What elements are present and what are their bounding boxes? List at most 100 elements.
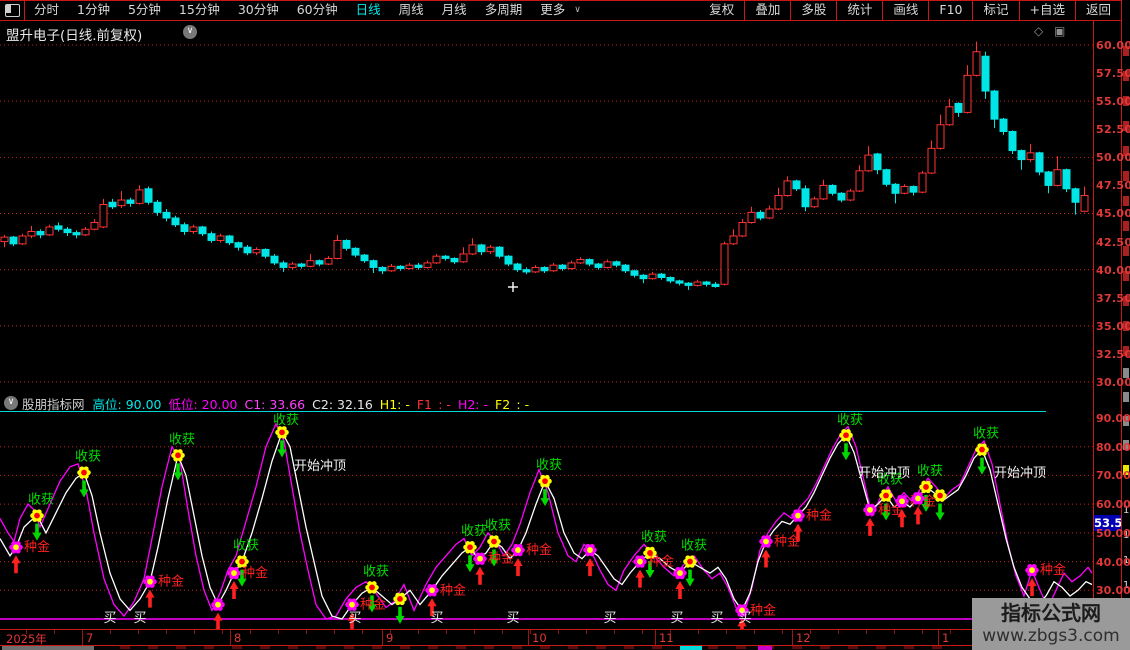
- candle: [802, 189, 809, 207]
- clipped-fragment: [288, 646, 298, 649]
- indicator-chevron-down-icon[interactable]: ∨: [4, 396, 18, 410]
- period-item-周线[interactable]: 周线: [390, 0, 433, 20]
- candle: [856, 171, 863, 191]
- tool-button-复权[interactable]: 复权: [699, 0, 744, 20]
- minor-tick: [278, 630, 279, 634]
- sell-label: 收获: [485, 518, 511, 533]
- price-axis-label: 35.00: [1096, 320, 1130, 333]
- candle: [397, 266, 404, 268]
- period-item-分时[interactable]: 分时: [25, 0, 68, 20]
- minor-tick: [110, 630, 111, 634]
- tool-button-叠加[interactable]: 叠加: [745, 0, 790, 20]
- month-separator: [382, 630, 383, 645]
- minor-tick: [698, 630, 699, 634]
- indicator-field: H1: -: [380, 397, 410, 412]
- minor-tick: [558, 630, 559, 634]
- tool-button-F10[interactable]: F10: [929, 0, 972, 20]
- sell-label: 收获: [681, 539, 707, 554]
- more-chevron-icon[interactable]: ∨: [574, 0, 590, 20]
- candle: [730, 236, 737, 244]
- period-item-日线[interactable]: 日线: [347, 0, 390, 20]
- price-axis-label: 32.50: [1096, 348, 1130, 361]
- sell-arrow-icon: [685, 570, 694, 587]
- candle: [505, 256, 512, 264]
- candle: [28, 231, 35, 235]
- tool-button-返回[interactable]: 返回: [1076, 0, 1121, 20]
- minor-tick: [838, 630, 839, 634]
- diamond-icon[interactable]: ◇: [1034, 24, 1043, 38]
- candle: [784, 181, 791, 196]
- buy-label: 种金: [24, 539, 50, 555]
- candle: [811, 199, 818, 207]
- candle: [559, 265, 566, 268]
- candle: [595, 264, 602, 267]
- candle: [262, 249, 269, 256]
- sell-arrow-icon: [935, 504, 944, 521]
- period-item-15分钟[interactable]: 15分钟: [170, 0, 229, 20]
- candle: [1081, 196, 1088, 212]
- tool-button-统计[interactable]: 统计: [837, 0, 882, 20]
- peak-text: 开始冲顶: [858, 466, 910, 481]
- buy-flower-icon: [9, 541, 23, 553]
- price-axis-label: 55.00: [1096, 95, 1130, 108]
- oscillator-axis-label: 60.00: [1096, 498, 1130, 511]
- candle: [460, 254, 467, 262]
- buy-arrow-icon: [761, 549, 770, 567]
- sell-flower-icon: [171, 449, 185, 461]
- indicator-name: 股朋指标网: [22, 394, 85, 413]
- candle: [946, 107, 953, 125]
- minor-tick: [530, 630, 531, 634]
- tool-button-画线[interactable]: 画线: [883, 0, 928, 20]
- oscillator-axis-label: 50.00: [1096, 527, 1130, 540]
- minor-tick: [782, 630, 783, 634]
- clipped-fragment: [596, 646, 606, 649]
- tool-button-多股[interactable]: 多股: [791, 0, 836, 20]
- period-item-30分钟[interactable]: 30分钟: [229, 0, 288, 20]
- candlestick-chart[interactable]: [0, 40, 1093, 395]
- candle: [1000, 119, 1007, 131]
- month-separator: [528, 630, 529, 645]
- candle: [1009, 131, 1016, 150]
- clipped-fragment: [176, 646, 186, 649]
- buy-label: 种金: [360, 597, 386, 613]
- minor-tick: [26, 630, 27, 634]
- indicator-field: F1_: -: [417, 397, 451, 412]
- minor-tick: [502, 630, 503, 634]
- candle: [991, 91, 998, 119]
- time-axis[interactable]: 2025年 7891011121: [0, 630, 1130, 645]
- period-item-1分钟[interactable]: 1分钟: [68, 0, 119, 20]
- candle: [253, 249, 260, 252]
- candle: [667, 278, 674, 281]
- period-item-60分钟[interactable]: 60分钟: [288, 0, 347, 20]
- clipped-fragment: [232, 646, 242, 649]
- candle: [865, 155, 872, 171]
- period-item-多周期[interactable]: 多周期: [476, 0, 532, 20]
- oscillator-panel[interactable]: 收获收获收获收获收获收获收获收获收获收获收获收获收获收获收获种金种金种金种金种金…: [0, 412, 1093, 630]
- tool-button-+自选[interactable]: +自选: [1020, 0, 1075, 20]
- period-item-更多[interactable]: 更多: [531, 0, 574, 20]
- minor-tick: [390, 630, 391, 634]
- minor-tick: [642, 630, 643, 634]
- candle: [478, 245, 485, 252]
- minor-tick: [222, 630, 223, 634]
- buy-arrow-icon: [513, 558, 522, 576]
- maximize-window-icon[interactable]: ▣: [1054, 24, 1065, 38]
- minor-tick: [950, 630, 951, 634]
- next-panel-clipped-row: [0, 646, 1130, 650]
- sell-label: 收获: [641, 530, 667, 545]
- title-chevron-down-icon[interactable]: ∨: [183, 25, 197, 39]
- month-label: 8: [234, 631, 241, 645]
- layout-toggle-button[interactable]: [0, 0, 25, 20]
- period-item-5分钟[interactable]: 5分钟: [119, 0, 170, 20]
- candle: [883, 170, 890, 185]
- clipped-fragment: [512, 646, 522, 649]
- tool-button-标记[interactable]: 标记: [973, 0, 1018, 20]
- clipped-fragment: [568, 646, 578, 649]
- candle: [694, 282, 701, 285]
- minor-tick: [810, 630, 811, 634]
- candle: [577, 260, 584, 263]
- candle: [46, 227, 53, 235]
- candle: [181, 225, 188, 232]
- clipped-fragment: [344, 646, 354, 649]
- period-item-月线[interactable]: 月线: [433, 0, 476, 20]
